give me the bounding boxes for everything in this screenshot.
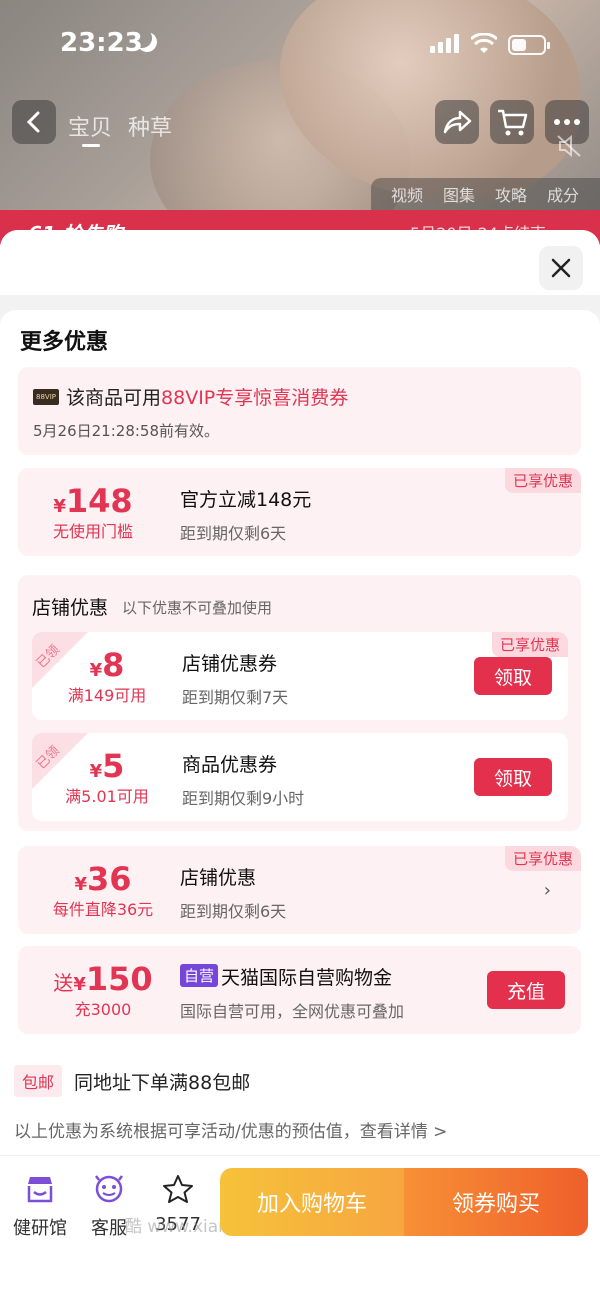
store-button[interactable]: 健研馆 — [5, 1174, 75, 1240]
coupon-expiry: 距到期仅剩9小时 — [182, 789, 305, 808]
offers-footnote-link[interactable]: 以上优惠为系统根据可享活动/优惠的预估值，查看详情 > — [14, 1117, 447, 1142]
coupon-title: 店铺优惠券 — [182, 653, 278, 675]
coupon-amount: ¥5 满5.01可用 — [52, 747, 162, 807]
add-to-cart-button[interactable]: 加入购物车 — [220, 1168, 404, 1236]
discount-title: 官方立减148元 — [180, 489, 312, 511]
credit-amount: 送¥150 充3000 — [38, 960, 168, 1020]
more-icon — [554, 119, 580, 125]
signal-icon — [430, 34, 459, 53]
chevron-left-icon — [26, 111, 40, 133]
currency-symbol: ¥ — [53, 496, 66, 517]
vip-text-highlight: 88VIP专享惊喜消费券 — [161, 387, 349, 409]
section-title: 更多优惠 — [20, 330, 109, 355]
vip-coupon-card[interactable]: 88VIP 该商品可用88VIP专享惊喜消费券 5月26日21:28:58前有效… — [18, 367, 581, 455]
vip-validity: 5月26日21:28:58前有效。 — [33, 422, 219, 440]
enjoyed-tag: 已享优惠 — [504, 846, 581, 871]
sheet-header — [0, 230, 600, 295]
credit-title: 天猫国际自营购物金 — [221, 967, 393, 989]
service-icon — [95, 1175, 123, 1203]
intl-credit-card[interactable]: 送¥150 充3000 自营 天猫国际自营购物金 国际自营可用，全网优惠可叠加 … — [18, 946, 581, 1034]
close-icon — [551, 258, 571, 278]
coupon-expiry: 距到期仅剩7天 — [182, 688, 289, 707]
offers-sheet: 更多优惠 88VIP 该商品可用88VIP专享惊喜消费券 5月26日21:28:… — [0, 230, 600, 1300]
self-operated-badge: 自营 — [180, 964, 219, 987]
store-label: 健研馆 — [13, 1218, 67, 1239]
shipping-row: 包邮 同地址下单满88包邮 — [14, 1065, 250, 1097]
coupon-condition: 满149可用 — [67, 686, 147, 705]
status-time: 23:23 — [60, 28, 143, 58]
vip-badge: 88VIP — [33, 389, 59, 405]
discount-amount: ¥36 每件直降36元 — [38, 860, 168, 920]
coupon-amount: ¥8 满149可用 — [52, 646, 162, 706]
amount-value: 148 — [65, 482, 133, 520]
credit-description: 国际自营可用，全网优惠可叠加 — [180, 1002, 405, 1021]
official-discount-card[interactable]: 已享优惠 ¥148 无使用门槛 官方立减148元 距到期仅剩6天 — [18, 468, 581, 556]
discount-condition: 无使用门槛 — [52, 522, 133, 541]
discount-amount: ¥148 无使用门槛 — [38, 482, 148, 542]
close-button[interactable] — [539, 246, 583, 290]
back-button[interactable] — [12, 100, 56, 144]
credit-prefix: 送 — [53, 971, 74, 995]
store-coupons-card: 店铺优惠 以下优惠不可叠加使用 已领 已享优惠 ¥8 满149可用 店铺优惠券 … — [18, 575, 581, 831]
store-coupons-title: 店铺优惠 — [32, 597, 109, 619]
share-icon — [443, 110, 472, 134]
currency-symbol: ¥ — [73, 974, 86, 995]
cart-button[interactable] — [490, 100, 534, 144]
battery-icon — [508, 35, 550, 55]
discount-expiry: 距到期仅剩6天 — [180, 524, 287, 543]
store-coupons-note: 以下优惠不可叠加使用 — [122, 599, 273, 617]
amount-value: 36 — [87, 860, 132, 898]
discount-condition: 每件直降36元 — [52, 900, 154, 919]
media-tab-guide[interactable]: 攻略 — [495, 182, 527, 206]
amount-value: 5 — [102, 747, 125, 785]
tab-recommend[interactable]: 种草 — [128, 110, 172, 142]
currency-symbol: ¥ — [74, 874, 87, 895]
share-button[interactable] — [435, 100, 479, 144]
recharge-button[interactable]: 充值 — [487, 971, 565, 1009]
vip-coupon-text: 该商品可用88VIP专享惊喜消费券 — [66, 383, 348, 410]
currency-symbol: ¥ — [89, 660, 103, 681]
amount-value: 8 — [102, 646, 125, 684]
claim-button[interactable]: 领取 — [474, 657, 552, 695]
store-icon — [27, 1177, 53, 1203]
bottom-action-bar: 健研馆 客服 3577 酷 www.xianbao.fun 加入购物车 领券购买 — [0, 1155, 600, 1300]
claim-and-buy-button[interactable]: 领券购买 — [404, 1168, 588, 1236]
sheet-body: 更多优惠 88VIP 该商品可用88VIP专享惊喜消费券 5月26日21:28:… — [0, 310, 600, 1160]
vip-text-prefix: 该商品可用 — [66, 387, 162, 409]
purchase-actions: 加入购物车 领券购买 — [220, 1168, 588, 1236]
media-tabs: 视频 图集 攻略 成分 — [371, 178, 600, 210]
status-bar: 23:23 — [0, 0, 600, 90]
chevron-right-icon: › — [543, 880, 551, 901]
shipping-text: 同地址下单满88包邮 — [74, 1071, 251, 1094]
credit-condition: 充3000 — [74, 1000, 132, 1019]
enjoyed-tag: 已享优惠 — [504, 468, 581, 493]
coupon-title: 商品优惠券 — [182, 754, 278, 776]
media-tab-video[interactable]: 视频 — [391, 182, 423, 206]
free-shipping-tag: 包邮 — [14, 1065, 63, 1097]
enjoyed-tag: 已享优惠 — [491, 632, 568, 657]
wifi-icon — [471, 33, 497, 53]
discount-expiry: 距到期仅剩6天 — [180, 902, 287, 921]
currency-symbol: ¥ — [89, 761, 103, 782]
media-tab-gallery[interactable]: 图集 — [443, 182, 475, 206]
star-icon — [163, 1175, 193, 1203]
tab-product[interactable]: 宝贝 — [68, 110, 112, 142]
discount-title: 店铺优惠 — [180, 867, 257, 889]
store-discount-card[interactable]: 已享优惠 ¥36 每件直降36元 店铺优惠 距到期仅剩6天 › — [18, 846, 581, 934]
amount-value: 150 — [85, 960, 153, 998]
product-navbar: 宝贝 种草 — [0, 100, 600, 150]
media-tab-ingredients[interactable]: 成分 — [547, 182, 579, 206]
active-tab-indicator — [82, 144, 100, 147]
store-coupon-item[interactable]: 已领 已享优惠 ¥8 满149可用 店铺优惠券 距到期仅剩7天 领取 — [32, 632, 568, 720]
mute-icon[interactable] — [554, 132, 584, 160]
coupon-condition: 满5.01可用 — [65, 787, 149, 806]
cart-icon — [498, 109, 528, 136]
claim-button[interactable]: 领取 — [474, 758, 552, 796]
store-coupon-item[interactable]: 已领 ¥5 满5.01可用 商品优惠券 距到期仅剩9小时 领取 — [32, 733, 568, 821]
